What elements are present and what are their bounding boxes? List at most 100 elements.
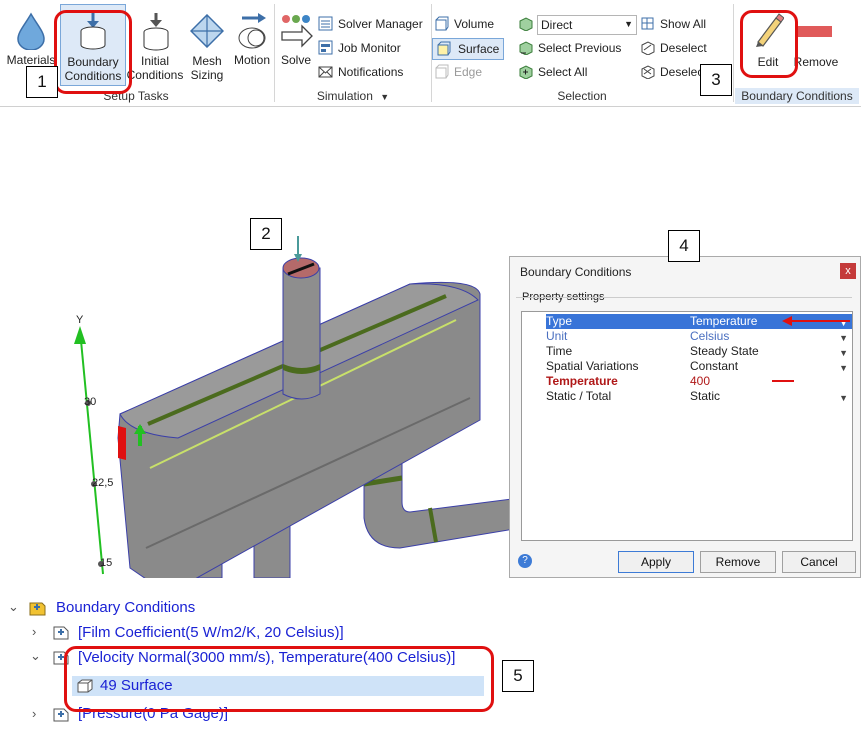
group-divider [516,297,852,298]
job-monitor-icon [318,40,333,55]
deselect-all-label: Deselec [660,65,704,79]
deselect-button[interactable]: Deselect [640,38,707,58]
surface-icon [436,41,451,59]
dropdown-arrow-icon: ▼ [380,92,390,102]
selection-mode-select[interactable]: Direct ▼ [537,15,637,35]
initial-conditions-button[interactable]: Initial Conditions [126,4,184,84]
property-grid: Type Temperature ▼ Unit Celsius ▼ Time S… [521,311,853,541]
direct-select-icon-wrap [518,14,538,34]
notifications-label: Notifications [338,65,404,79]
remove-button[interactable]: Remove [700,551,776,573]
mesh-sizing-icon [190,14,224,48]
solve-button[interactable]: Solve [278,4,314,84]
chevron-down-icon[interactable]: ⌄ [30,648,41,664]
motion-icon [238,13,266,49]
callout-1: 1 [26,66,58,98]
show-all-label: Show All [660,17,707,31]
remove-bar-icon [798,26,832,37]
volume-button[interactable]: Volume [434,14,504,34]
axis-tick-22-5: 22,5 [92,477,114,489]
highlight-edit [740,10,798,78]
surface-label: Surface [458,42,500,56]
cancel-button[interactable]: Cancel [782,551,856,573]
y-axis-line [79,329,104,575]
solver-manager-icon [318,16,333,31]
chevron-right-icon[interactable]: › [32,624,36,639]
deselect-all-icon [640,64,655,80]
envelope-icon [318,64,333,79]
bc-item-icon [53,626,69,640]
y-axis-label: Y [76,314,84,326]
select-previous-button[interactable]: Select Previous [518,38,621,58]
callout-2: 2 [250,218,282,250]
simulation-group-text: Simulation [316,89,373,103]
prop-name: Type [546,314,573,328]
selection-group-label: Selection [557,89,607,103]
chevron-down-icon: ▼ [624,19,633,29]
prop-name: Time [546,344,573,358]
help-icon[interactable]: ? [518,554,532,568]
outlet-face [118,426,126,460]
mesh-sizing-button[interactable]: Mesh Sizing [184,4,230,84]
close-icon[interactable]: x [840,263,856,279]
remove-bc-button[interactable]: Remove [792,4,840,76]
axis-tick-15: 15 [100,557,113,569]
volume-label: Volume [454,17,495,31]
show-all-icon [640,16,655,31]
bc-group-label: Boundary Conditions [735,88,859,104]
prop-name: Temperature [546,374,618,388]
chevron-down-icon[interactable]: ⌄ [8,599,19,615]
apply-button[interactable]: Apply [618,551,694,573]
highlight-tree-item [64,646,494,712]
ribbon-separator [733,4,734,102]
deselect-label: Deselect [660,41,707,55]
solve-label: Solve [280,53,312,67]
show-all-button[interactable]: Show All [640,14,706,34]
select-all-icon [518,64,533,80]
tree-item-film-coefficient[interactable]: [Film Coefficient(5 W/m2/K, 20 Celsius)] [78,623,344,643]
prop-name: Unit [546,329,568,343]
selection-mode-value: Direct [541,18,573,32]
simulation-group-label[interactable]: Simulation ▼ [276,88,430,104]
chevron-right-icon[interactable]: › [32,706,36,721]
job-monitor-label: Job Monitor [338,41,401,55]
edge-label: Edge [454,65,483,79]
callout-5: 5 [502,660,534,692]
mesh-sizing-label: Mesh Sizing [190,54,224,82]
select-previous-icon [518,40,533,56]
callout-4: 4 [668,230,700,262]
volume-icon [434,16,449,31]
annotation-arrows [772,316,850,382]
select-all-label: Select All [538,65,588,79]
notifications-button[interactable]: Notifications [318,62,403,82]
initial-conditions-icon [143,13,169,51]
bc-folder-icon [29,602,46,616]
dialog-title: Boundary Conditions [520,265,632,279]
edge-icon [434,64,449,79]
callout-3: 3 [700,64,732,96]
motion-button[interactable]: Motion [230,4,274,84]
edge-button[interactable]: Edge [434,62,482,82]
initial-conditions-label: Initial Conditions [126,54,184,82]
highlight-boundary-conditions [54,10,132,94]
cube-icon [518,16,533,32]
prop-name: Spatial Variations [546,359,639,373]
solver-manager-label: Solver Manager [338,17,423,31]
solve-icon [281,15,313,48]
boundary-conditions-dialog: Boundary Conditions x Property settings … [509,256,861,578]
deselect-icon [640,40,655,56]
solver-manager-button[interactable]: Solver Manager [318,14,423,34]
select-all-button[interactable]: Select All [518,62,587,82]
materials-icon [17,12,45,50]
prop-name: Static / Total [546,389,612,403]
ribbon-separator [274,4,275,102]
job-monitor-button[interactable]: Job Monitor [318,38,401,58]
deselect-all-button[interactable]: Deselec [640,62,703,82]
select-previous-label: Select Previous [538,41,622,55]
remove-bc-label: Remove [793,55,839,69]
tree-root-boundary-conditions[interactable]: Boundary Conditions [56,598,195,618]
axis-tick-30: 30 [84,396,97,408]
surface-button[interactable]: Surface [432,38,504,60]
inlet-pipe [282,267,321,400]
axis-arrow-icon [74,326,86,344]
